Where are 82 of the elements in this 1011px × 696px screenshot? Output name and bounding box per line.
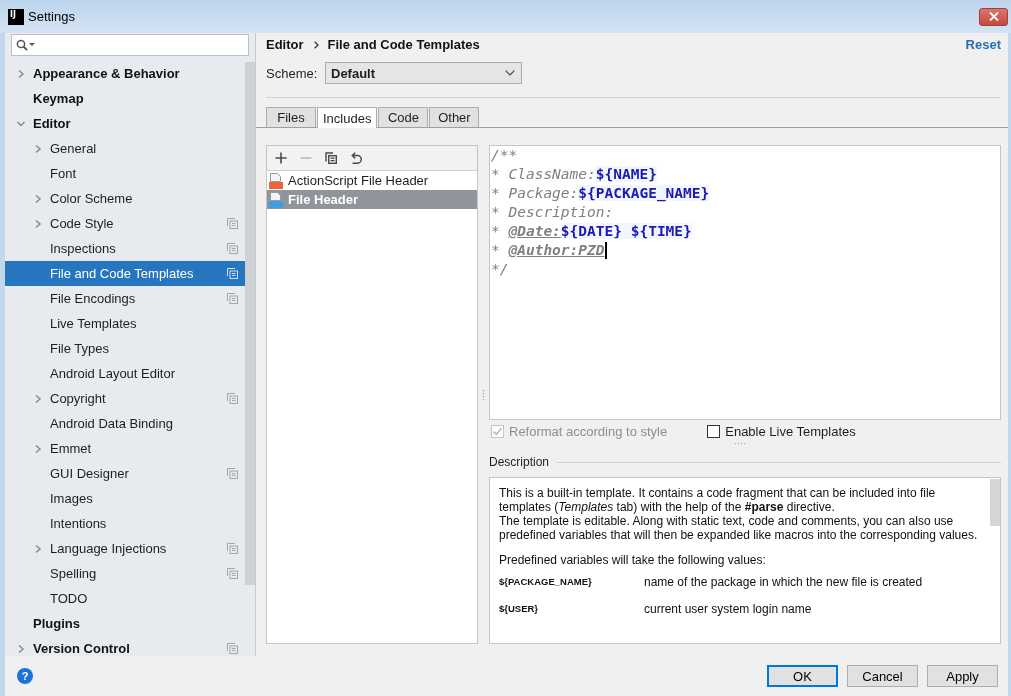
tree-item[interactable]: Version Control (5, 636, 245, 656)
checkbox[interactable] (707, 424, 721, 438)
splitter-handle[interactable] (734, 442, 746, 445)
tree-item[interactable]: General (5, 136, 245, 161)
search-icon (16, 39, 36, 51)
reset-link[interactable]: Reset (965, 37, 1001, 52)
checkbox-label: Reformat according to style (509, 423, 668, 439)
tree-item[interactable]: Font (5, 161, 245, 186)
tab[interactable]: Files (266, 107, 316, 127)
variable-description: name of the package in which the new file is created (644, 575, 924, 589)
checkbox-label: Enable Live Templates (725, 423, 856, 439)
tree-item[interactable]: TODO (5, 586, 245, 611)
chevron-right-icon[interactable] (34, 218, 42, 229)
code-line: /** (491, 146, 518, 165)
tree-item[interactable]: GUI Designer (5, 461, 245, 486)
code-line: * Description: (491, 203, 614, 222)
tree-item[interactable]: Images (5, 486, 245, 511)
breadcrumb-item: Editor (266, 37, 304, 52)
tree-item[interactable]: Keymap (5, 86, 245, 111)
file-template-icon (269, 191, 283, 208)
code-line: * @Author:PZD (491, 241, 605, 260)
chevron-right-icon[interactable] (34, 193, 42, 204)
chevron-right-icon[interactable] (34, 393, 42, 404)
code-line: * @Date:${DATE} ${TIME} (491, 222, 692, 241)
description-text: This is a built-in template. It contains a code fragment that can be included into file templates (Templates tab) with the help of the #parse directive. (499, 486, 937, 514)
caret-down-icon (505, 70, 515, 76)
window-title: Settings (28, 9, 75, 24)
close-icon (988, 12, 999, 21)
tree-item[interactable]: Live Templates (5, 311, 245, 336)
search-field[interactable] (11, 34, 249, 56)
tree-item[interactable]: Plugins (5, 611, 245, 636)
variable-name: ${USER} (499, 602, 540, 616)
variable-description: current user system login name (644, 602, 813, 616)
tab[interactable]: Code (378, 107, 429, 127)
tree-item[interactable]: Language Injections (5, 536, 245, 561)
tree-item[interactable]: Copyright (5, 386, 245, 411)
tree-item[interactable]: File Encodings (5, 286, 245, 311)
tree-item[interactable]: Spelling (5, 561, 245, 586)
chevron-right-icon[interactable] (17, 643, 25, 654)
chevron-right-icon[interactable] (34, 543, 42, 554)
checkmark-icon (492, 425, 503, 437)
breadcrumb-item: File and Code Templates (327, 37, 480, 52)
section-heading: Description (489, 455, 550, 469)
tree-item[interactable]: Appearance & Behavior (5, 61, 245, 86)
help-button[interactable]: ? (17, 668, 33, 684)
tree-item[interactable]: Color Scheme (5, 186, 245, 211)
tree-item[interactable]: Android Data Binding (5, 411, 245, 436)
scrollbar-thumb (990, 479, 1000, 526)
code-line: * Package:${PACKAGE_NAME} (491, 184, 710, 203)
variable-name: ${PACKAGE_NAME} (499, 575, 593, 589)
copy-icon (324, 152, 337, 164)
code-editor[interactable]: /** * ClassName:${NAME} * Package:${PACKAGE_NAME} * Description: * @Date:${DATE} ${TIME} * @Author:PZD */ (489, 145, 1001, 420)
file-template-icon (269, 172, 283, 189)
tree-item[interactable]: File Types (5, 336, 245, 361)
app-logo: IJ (8, 8, 24, 25)
undo-icon (349, 152, 362, 164)
dialog-button[interactable]: Apply (927, 665, 998, 687)
chevron-right-icon[interactable] (34, 143, 42, 154)
tab[interactable]: Other (429, 107, 480, 127)
plus-icon (274, 152, 287, 164)
close-button[interactable] (979, 7, 1008, 26)
tree-item[interactable]: Inspections (5, 236, 245, 261)
text-cursor-icon (604, 242, 607, 259)
tree-item[interactable]: File and Code Templates (5, 261, 245, 286)
template-item[interactable]: ActionScript File Header (267, 171, 477, 190)
tree-item[interactable]: Android Layout Editor (5, 361, 245, 386)
chevron-right-icon (313, 40, 319, 49)
chevron-right-icon[interactable] (17, 68, 25, 79)
scheme-label: Scheme: (266, 65, 319, 81)
description-text: Predefined variables will take the following values: (499, 553, 767, 567)
dialog-button[interactable]: Cancel (847, 665, 918, 687)
tree-item[interactable]: Emmet (5, 436, 245, 461)
dialog-button[interactable]: OK (767, 665, 838, 687)
scheme-dropdown[interactable]: Default (325, 62, 522, 84)
code-line: * ClassName:${NAME} (491, 165, 657, 184)
code-line: */ (491, 260, 509, 279)
description-text: The template is editable. Along with static text, code and comments, you can also use predefined variables that will then be expanded like macros into the corresponding values. (499, 514, 979, 542)
tree-item[interactable]: Intentions (5, 511, 245, 536)
tree-item[interactable]: Editor (5, 111, 245, 136)
tab[interactable]: Includes (317, 107, 378, 128)
tree-item[interactable]: Code Style (5, 211, 245, 236)
chevron-right-icon[interactable] (34, 443, 42, 454)
